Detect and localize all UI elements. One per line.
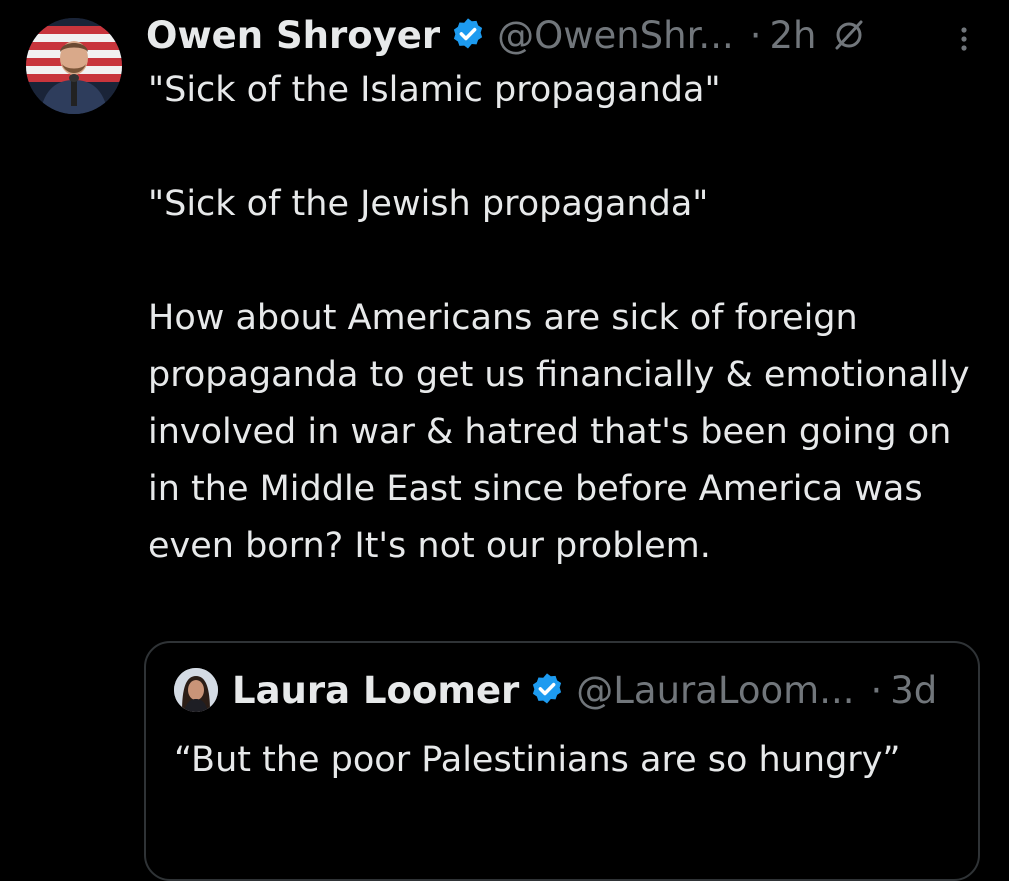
quoted-tweet-timestamp[interactable]: 3d [890, 669, 937, 712]
tweet-paragraph: "Sick of the Islamic propaganda" [148, 70, 721, 110]
quoted-header-separator: · [870, 668, 883, 712]
author-name[interactable]: Owen Shroyer [146, 14, 440, 57]
verified-badge-icon[interactable] [528, 671, 566, 709]
quoted-author-avatar[interactable] [174, 668, 218, 712]
tweet-paragraph: "Sick of the Jewish propaganda" [148, 184, 709, 224]
tweet-paragraph: How about Americans are sick of foreign … [148, 298, 970, 566]
author-avatar[interactable] [26, 18, 122, 114]
quoted-author-handle[interactable]: @LauraLoom... [576, 669, 854, 712]
quoted-tweet[interactable]: Laura Loomer @LauraLoom... · 3d “But the… [144, 641, 980, 881]
tweet-header: Owen Shroyer @OwenShr... · 2h [146, 8, 866, 62]
header-separator: · [749, 13, 762, 57]
more-vertical-icon[interactable] [950, 22, 978, 56]
pin-off-icon [832, 18, 866, 52]
tweet-timestamp[interactable]: 2h [769, 14, 816, 57]
verified-badge-icon[interactable] [449, 16, 487, 54]
quoted-author-name[interactable]: Laura Loomer [232, 669, 519, 712]
tweet[interactable]: Owen Shroyer @OwenShr... · 2h "Sick of t… [0, 0, 1009, 881]
author-handle[interactable]: @OwenShr... [497, 14, 734, 57]
quoted-tweet-header: Laura Loomer @LauraLoom... · 3d [174, 665, 953, 715]
quoted-tweet-text: “But the poor Palestinians are so hungry… [174, 740, 901, 780]
tweet-text: "Sick of the Islamic propaganda" "Sick o… [148, 62, 993, 575]
